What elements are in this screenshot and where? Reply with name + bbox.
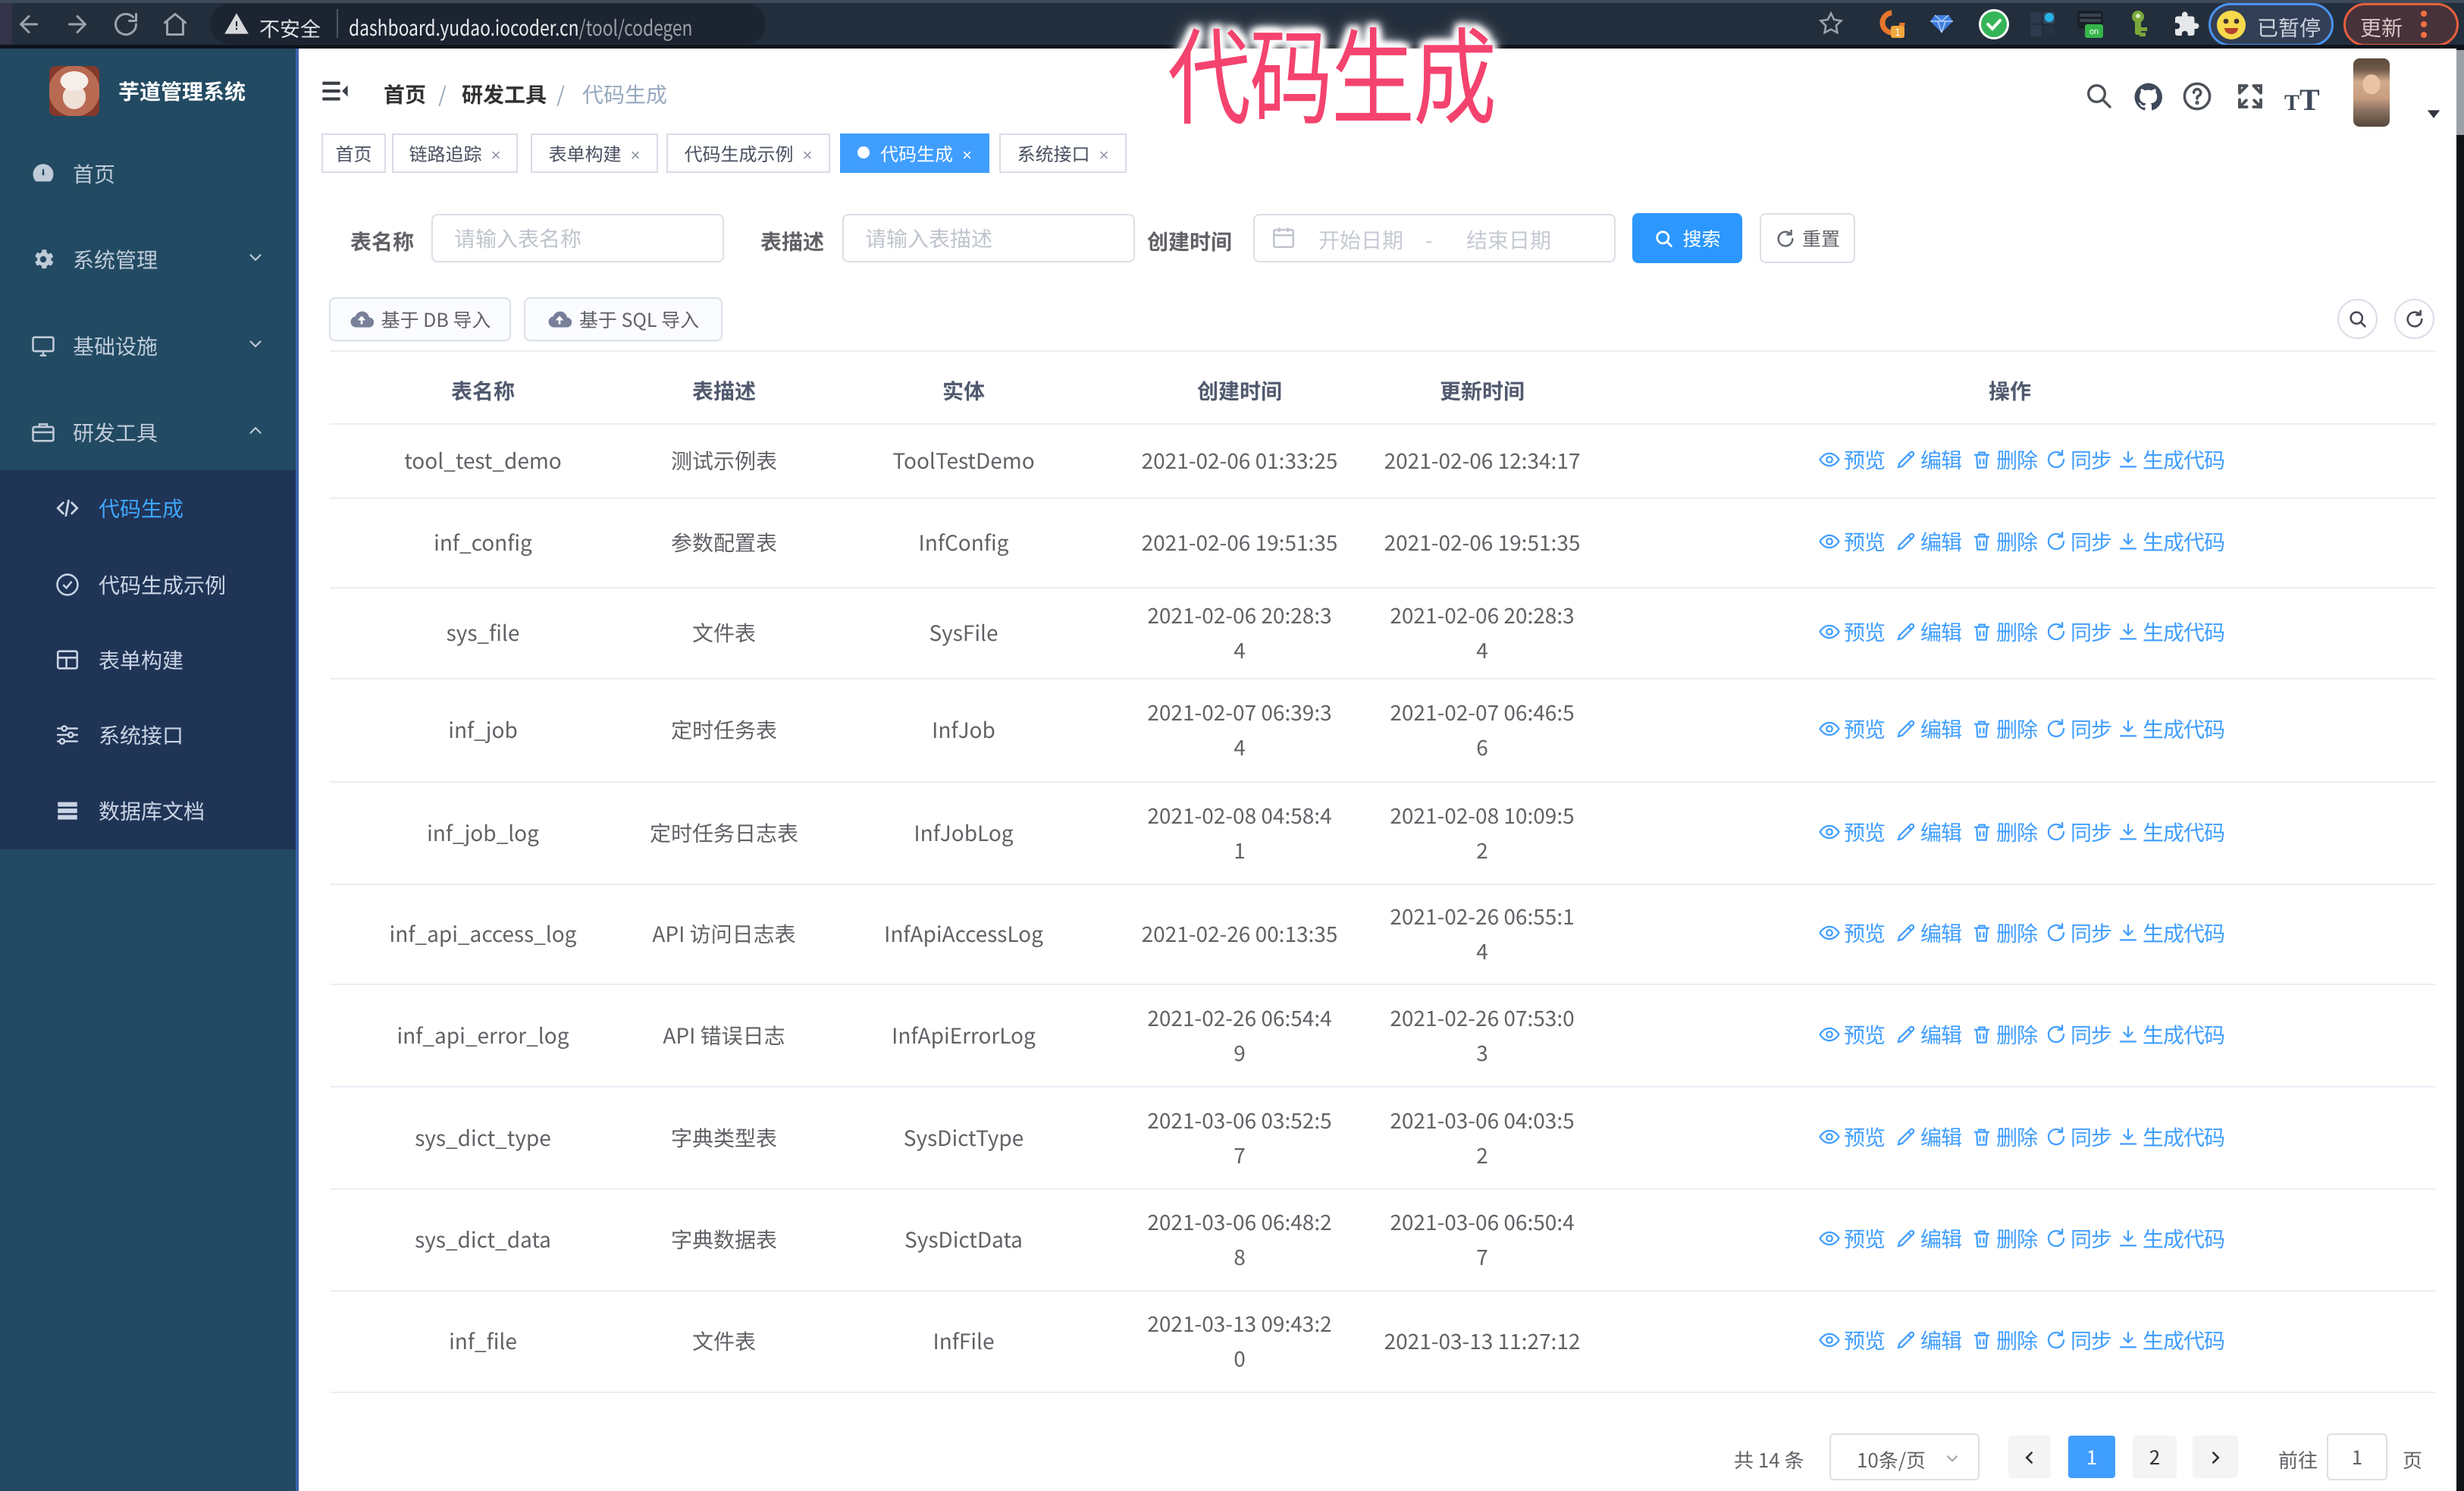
svg-text:on: on <box>2089 27 2099 36</box>
svg-text:1: 1 <box>1895 24 1900 39</box>
